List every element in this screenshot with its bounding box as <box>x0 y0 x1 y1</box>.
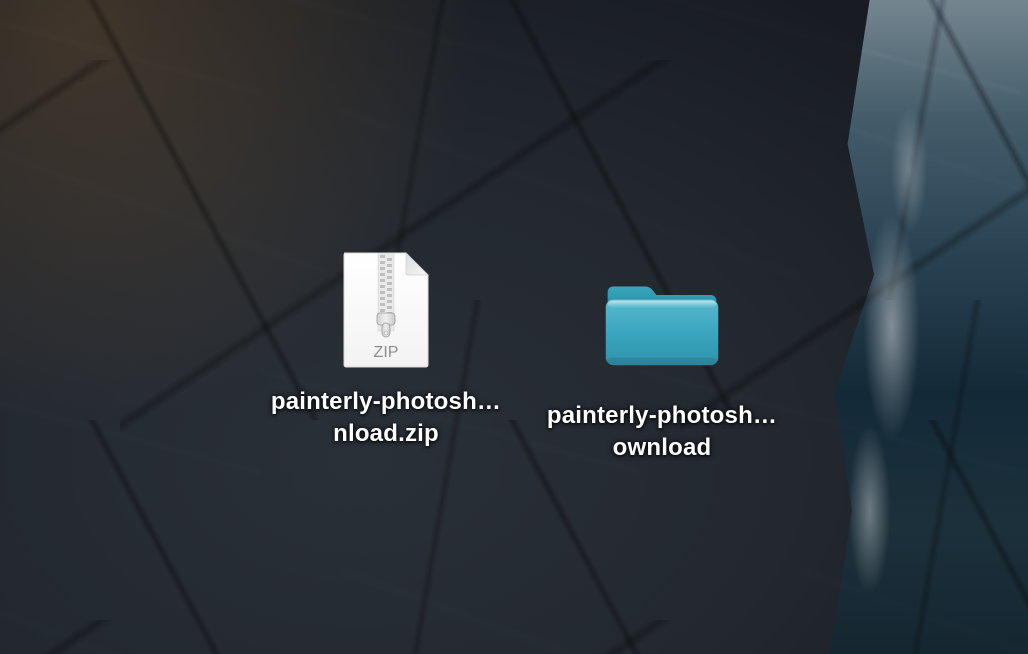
zip-badge-text: ZIP <box>374 344 399 361</box>
desktop-item-label: painterly-photosh…nload.zip <box>256 386 516 451</box>
desktop-area[interactable]: ZIP painterly-photosh…nload.zip <box>0 0 1028 654</box>
folder-icon <box>602 264 722 384</box>
zip-archive-icon: ZIP <box>326 250 446 370</box>
desktop-item-folder[interactable]: painterly-photosh…ownload <box>532 264 792 465</box>
desktop-item-zip[interactable]: ZIP painterly-photosh…nload.zip <box>256 250 516 451</box>
desktop-item-label: painterly-photosh…ownload <box>532 400 792 465</box>
